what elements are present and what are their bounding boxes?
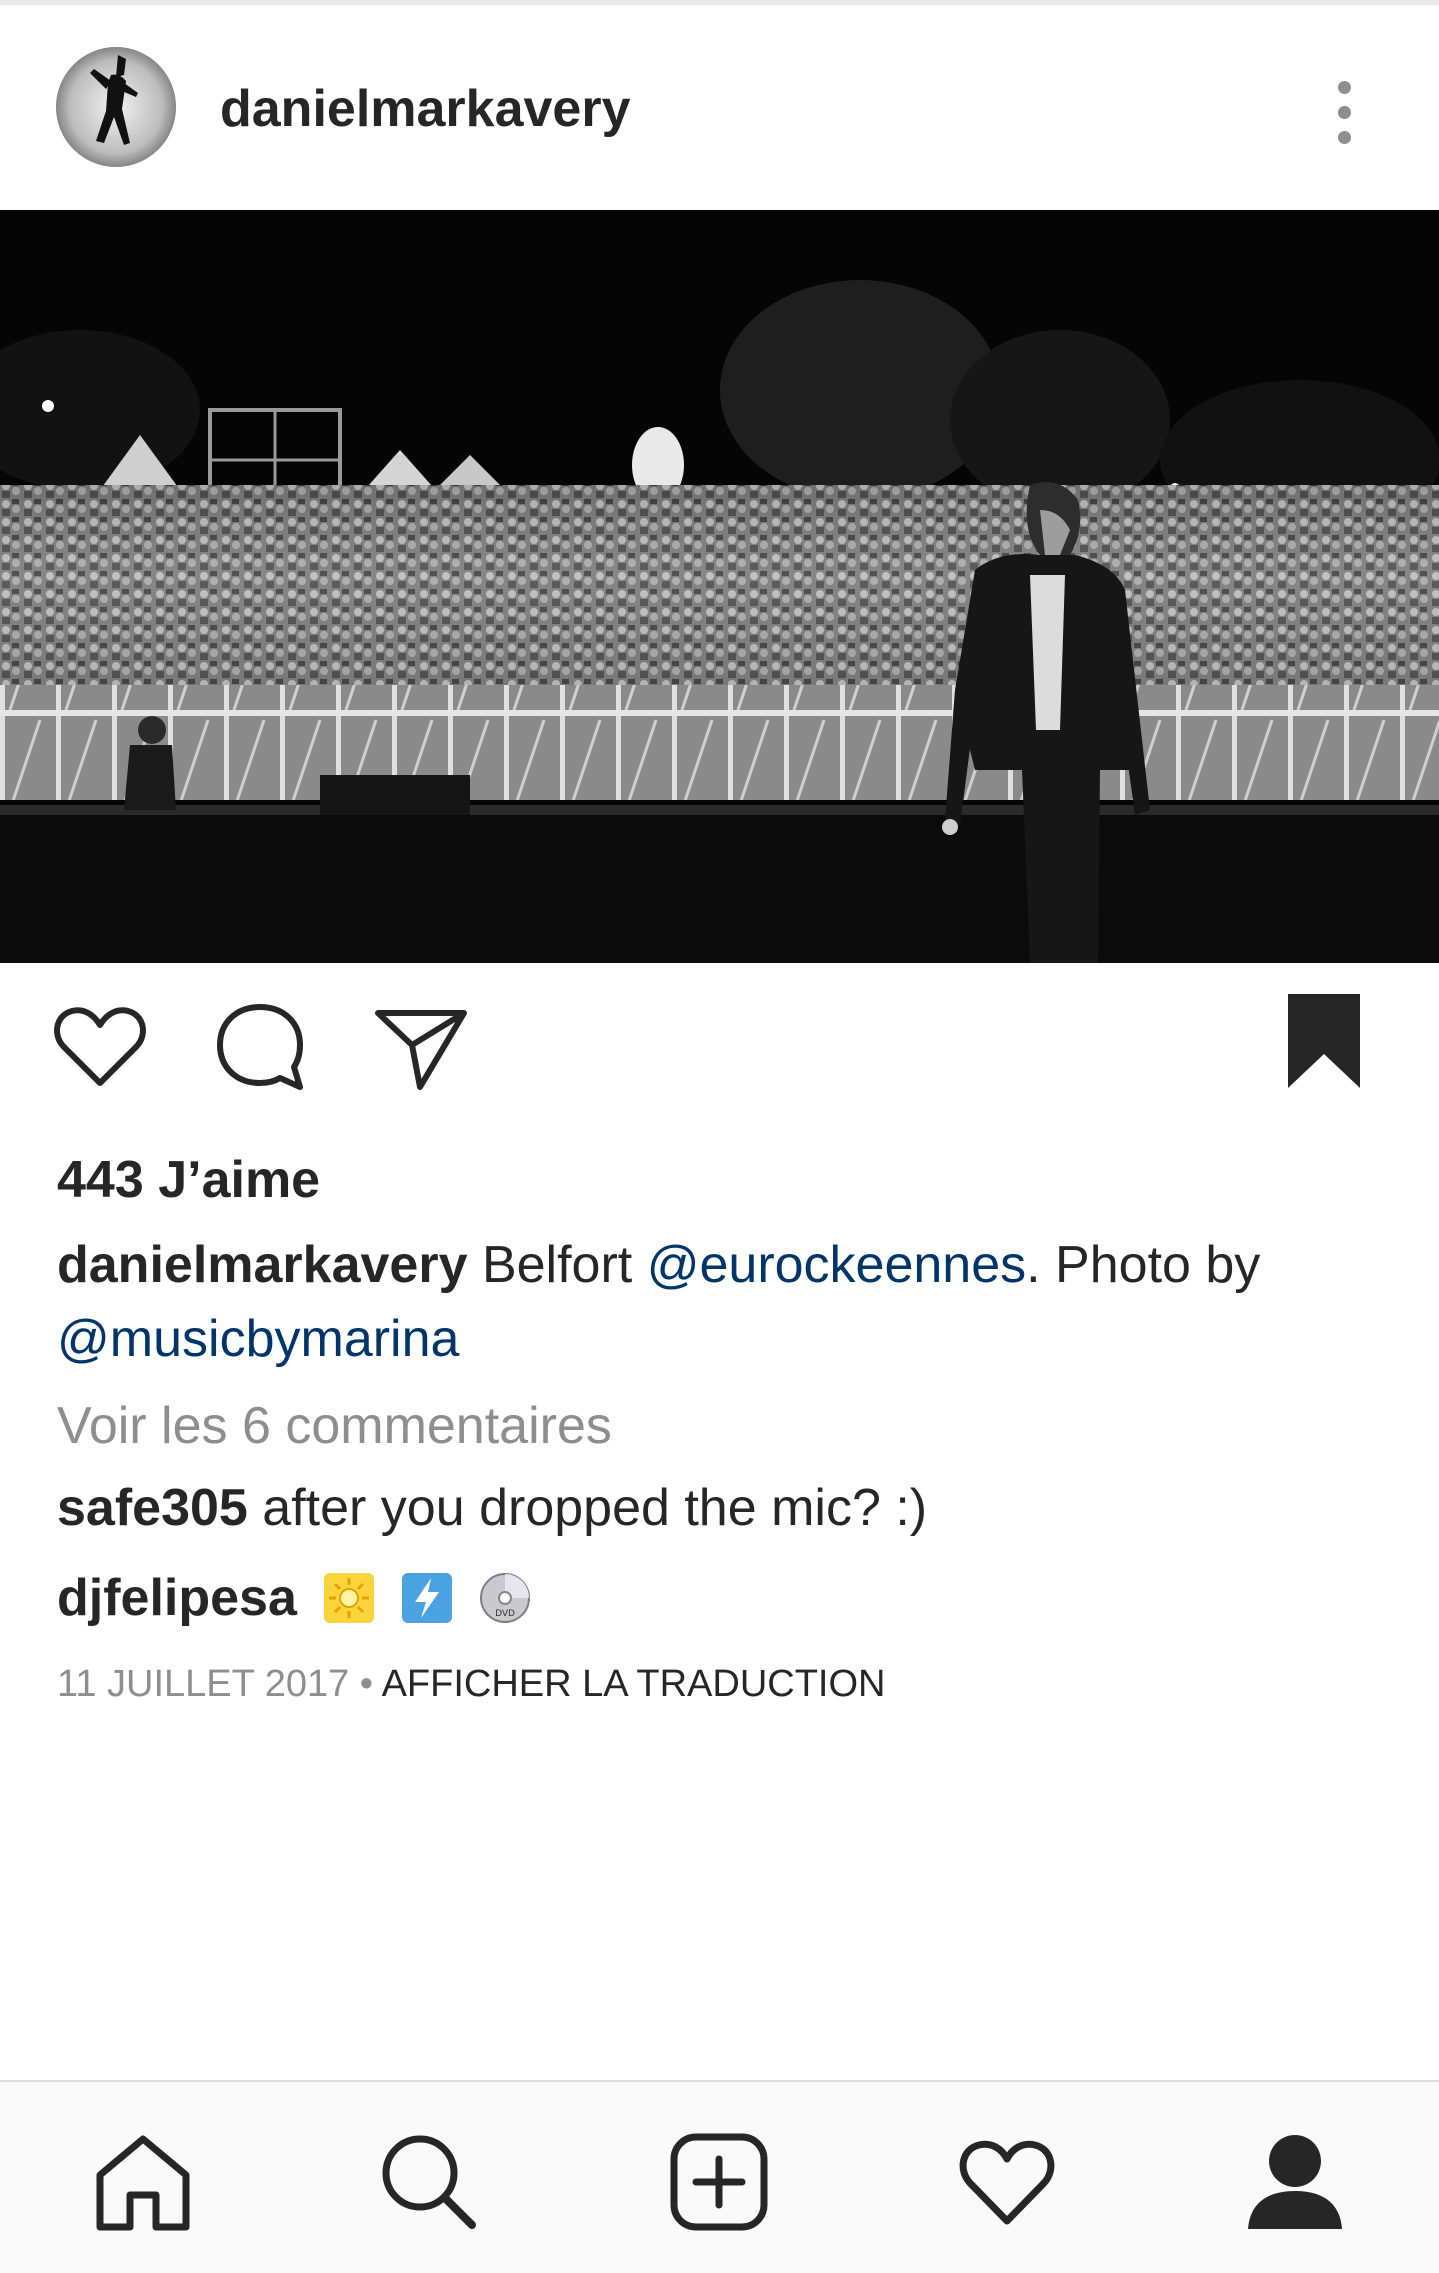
svg-text:DVD: DVD xyxy=(495,1609,515,1619)
caption-text: Belfort xyxy=(467,1236,647,1294)
like-button[interactable] xyxy=(48,995,160,1105)
comment-author[interactable]: djfelipesa xyxy=(57,1566,297,1630)
instagram-post-screen: danielmarkavery 443 J’aime danielmarkave… xyxy=(0,0,1439,2273)
more-vertical-icon xyxy=(1338,81,1351,94)
post-header: danielmarkavery xyxy=(0,5,1439,210)
activity-heart-icon xyxy=(959,2140,1055,2225)
caption-author[interactable]: danielmarkavery xyxy=(57,1236,468,1294)
comment-button[interactable] xyxy=(208,995,320,1105)
caption: danielmarkavery Belfort @eurockeennes. P… xyxy=(57,1228,1377,1376)
save-button[interactable] xyxy=(1284,992,1384,1102)
avatar[interactable] xyxy=(56,47,176,167)
nav-profile-button[interactable] xyxy=(1240,2127,1350,2237)
add-post-icon xyxy=(670,2133,768,2231)
separator: • xyxy=(349,1663,382,1705)
more-dot xyxy=(1338,106,1351,119)
heart-outline-icon xyxy=(54,1007,146,1086)
comment-icon xyxy=(217,1004,303,1090)
home-icon xyxy=(96,2135,190,2231)
dvd-emoji: DVD xyxy=(479,1573,530,1623)
caption-text: . Photo by xyxy=(1026,1236,1261,1294)
profile-icon xyxy=(1248,2135,1342,2229)
mention-link[interactable]: @musicbymarina xyxy=(57,1310,459,1368)
mention-link[interactable]: @eurockeennes xyxy=(647,1236,1026,1294)
post-photo[interactable] xyxy=(0,210,1439,963)
nav-home-button[interactable] xyxy=(88,2127,198,2237)
sun-emoji xyxy=(323,1573,374,1623)
post-meta: 11 JUILLET 2017 • AFFICHER LA TRADUCTION xyxy=(57,1660,886,1708)
bookmark-filled-icon xyxy=(1288,994,1360,1088)
comment-text: after you dropped the mic? :) xyxy=(247,1479,928,1537)
high-voltage-emoji xyxy=(401,1573,452,1623)
more-options-button[interactable] xyxy=(1318,73,1370,153)
paper-plane-icon xyxy=(375,1010,467,1090)
bottom-navigation xyxy=(0,2080,1439,2273)
nav-search-button[interactable] xyxy=(374,2127,484,2237)
view-comments-link[interactable]: Voir les 6 commentaires xyxy=(57,1394,612,1458)
translate-link[interactable]: AFFICHER LA TRADUCTION xyxy=(382,1663,886,1705)
comment-author[interactable]: safe305 xyxy=(57,1479,248,1537)
comment: djfelipesa DVD xyxy=(57,1566,531,1630)
post-date: 11 JUILLET 2017 xyxy=(57,1663,350,1705)
likes-count[interactable]: 443 J’aime xyxy=(57,1148,320,1212)
nav-add-post-button[interactable] xyxy=(664,2127,774,2237)
nav-activity-button[interactable] xyxy=(952,2127,1062,2237)
post-username[interactable]: danielmarkavery xyxy=(220,77,631,141)
search-icon xyxy=(382,2135,476,2229)
comment: safe305 after you dropped the mic? :) xyxy=(57,1476,927,1540)
more-dot xyxy=(1338,131,1351,144)
share-button[interactable] xyxy=(368,995,480,1105)
